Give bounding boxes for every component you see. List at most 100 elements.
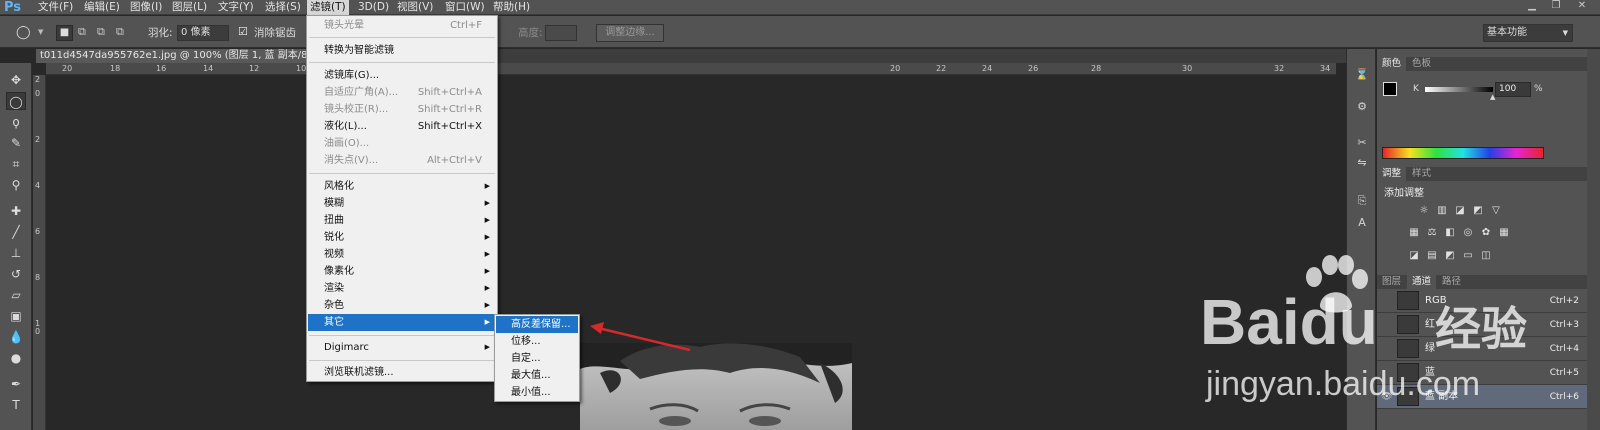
k-value-input[interactable]: 100: [1495, 82, 1531, 97]
submenu-item-high-pass[interactable]: 高反差保留...: [496, 316, 578, 333]
character-icon[interactable]: A: [1353, 215, 1371, 231]
submenu-item-offset[interactable]: 位移...: [496, 333, 578, 350]
tab-styles[interactable]: 样式: [1407, 167, 1436, 181]
healing-brush-tool-icon[interactable]: ✚: [6, 202, 26, 220]
foreground-color-swatch[interactable]: [1383, 82, 1397, 96]
minimize-icon[interactable]: ▁: [1522, 0, 1542, 12]
hue-saturation-icon[interactable]: ▦: [1407, 227, 1421, 239]
submenu-arrow-icon: ▶: [484, 233, 490, 241]
restore-icon[interactable]: ❐: [1546, 0, 1566, 12]
menu-item-video[interactable]: 视频 ▶: [308, 246, 496, 263]
add-selection-icon[interactable]: ⧉: [78, 25, 86, 39]
gradient-tool-icon[interactable]: ▣: [6, 307, 26, 325]
brush-preset-icon[interactable]: ✂: [1353, 135, 1371, 151]
submenu-item-maximum[interactable]: 最大值...: [496, 367, 578, 384]
levels-icon[interactable]: ▥: [1435, 205, 1449, 217]
panel-scrollbar[interactable]: [1587, 49, 1600, 430]
curves-icon[interactable]: ◪: [1453, 205, 1467, 217]
blur-tool-icon[interactable]: 💧: [6, 328, 26, 346]
menu-item-shortcut: Shift+Ctrl+R: [417, 104, 482, 115]
vibrance-icon[interactable]: ▽: [1489, 205, 1503, 217]
workspace-select[interactable]: 基本功能 ▼: [1483, 24, 1573, 42]
exposure-icon[interactable]: ◩: [1471, 205, 1485, 217]
new-selection-icon[interactable]: ■: [56, 25, 73, 41]
k-slider[interactable]: [1425, 87, 1493, 92]
ruler-tick: 22: [936, 64, 947, 73]
menu-item-stylize[interactable]: 风格化 ▶: [308, 178, 496, 195]
menu-item-distort[interactable]: 扭曲 ▶: [308, 212, 496, 229]
menu-item-filter-gallery[interactable]: 滤镜库(G)...: [308, 67, 496, 84]
menu-item-shortcut: Shift+Ctrl+A: [417, 87, 482, 98]
menu-view[interactable]: 视图(V): [397, 0, 433, 15]
checkbox-checked-icon[interactable]: ☑: [238, 25, 248, 38]
eyedropper-tool-icon[interactable]: ⚲: [6, 176, 26, 194]
clone-stamp-tool-icon[interactable]: ⊥: [6, 244, 26, 262]
pen-tool-icon[interactable]: ✒: [6, 375, 26, 393]
history-brush-tool-icon[interactable]: ↺: [6, 265, 26, 283]
quick-select-tool-icon[interactable]: ✎: [6, 134, 26, 152]
ellipse-marquee-icon[interactable]: ◯: [16, 25, 31, 40]
height-input[interactable]: [545, 25, 577, 41]
ruler-tick: 0: [35, 89, 41, 98]
menu-3d[interactable]: 3D(D): [358, 0, 389, 15]
menu-help[interactable]: 帮助(H): [493, 0, 530, 15]
menu-item-render[interactable]: 渲染 ▶: [308, 280, 496, 297]
tab-swatches[interactable]: 色板: [1407, 57, 1436, 71]
ruler-tick: 26: [1028, 64, 1039, 73]
menu-edit[interactable]: 编辑(E): [84, 0, 120, 15]
brightness-icon[interactable]: ☼: [1417, 205, 1431, 217]
intersect-selection-icon[interactable]: ⧉: [116, 25, 124, 39]
submenu-item-minimum[interactable]: 最小值...: [496, 384, 578, 401]
menu-type[interactable]: 文字(Y): [218, 0, 254, 15]
menu-layer[interactable]: 图层(L): [172, 0, 207, 15]
dodge-tool-icon[interactable]: ●: [6, 349, 26, 367]
photo-filter-icon[interactable]: ◎: [1461, 227, 1475, 239]
ruler-tick: 12: [249, 64, 260, 73]
color-lookup-icon[interactable]: ▦: [1497, 227, 1511, 239]
menu-item-other[interactable]: 其它 ▶: [308, 314, 496, 331]
menu-item-convert-smart-filter[interactable]: 转换为智能滤镜: [308, 42, 496, 59]
type-tool-icon[interactable]: T: [6, 396, 26, 414]
channel-mixer-icon[interactable]: ✿: [1479, 227, 1493, 239]
color-balance-icon[interactable]: ⚖: [1425, 227, 1439, 239]
brush-tool-icon[interactable]: ╱: [6, 223, 26, 241]
menu-item-pixelate[interactable]: 像素化 ▶: [308, 263, 496, 280]
menu-item-liquify[interactable]: 液化(L)... Shift+Ctrl+X: [308, 118, 496, 135]
tool-preset-icon[interactable]: ⇋: [1353, 155, 1371, 171]
menu-item-lens-flare-repeat: 镜头光晕 Ctrl+F: [308, 17, 496, 34]
lasso-tool-icon[interactable]: ϙ: [6, 113, 26, 131]
history-icon[interactable]: ⌛: [1353, 67, 1371, 83]
menu-filter[interactable]: 滤镜(T): [307, 0, 349, 15]
menu-item-label: 像素化: [324, 266, 354, 277]
feather-input[interactable]: 0 像素: [177, 25, 229, 41]
menu-item-noise[interactable]: 杂色 ▶: [308, 297, 496, 314]
menu-item-digimarc[interactable]: Digimarc ▶: [308, 339, 496, 356]
submenu-arrow-icon: ▶: [484, 182, 490, 190]
menu-image[interactable]: 图像(I): [130, 0, 162, 15]
black-white-icon[interactable]: ◧: [1443, 227, 1457, 239]
tab-color[interactable]: 颜色: [1377, 57, 1407, 71]
refine-edge-button[interactable]: 调整边缘...: [596, 24, 664, 42]
menu-item-sharpen[interactable]: 锐化 ▶: [308, 229, 496, 246]
close-icon[interactable]: ✕: [1572, 0, 1592, 12]
ellipse-marquee-tool-icon[interactable]: ◯: [6, 92, 26, 110]
color-spectrum-bar[interactable]: [1382, 147, 1544, 159]
crop-tool-icon[interactable]: ⌗: [6, 155, 26, 173]
submenu-item-custom[interactable]: 自定...: [496, 350, 578, 367]
clone-source-icon[interactable]: ⎘: [1353, 193, 1371, 209]
menu-item-label: 锐化: [324, 232, 344, 243]
properties-icon[interactable]: ⚙: [1353, 99, 1371, 115]
tab-adjustments[interactable]: 调整: [1377, 167, 1407, 181]
height-label: 高度:: [518, 27, 543, 39]
menu-item-blur[interactable]: 模糊 ▶: [308, 195, 496, 212]
menu-file[interactable]: 文件(F): [38, 0, 73, 15]
move-tool-icon[interactable]: ✥: [6, 71, 26, 89]
menu-window[interactable]: 窗口(W): [445, 0, 485, 15]
eraser-tool-icon[interactable]: ▱: [6, 286, 26, 304]
chevron-down-icon[interactable]: ▼: [38, 28, 43, 36]
subtract-selection-icon[interactable]: ⧉: [97, 25, 105, 39]
menu-item-shortcut: Shift+Ctrl+X: [417, 121, 482, 132]
menu-select[interactable]: 选择(S): [265, 0, 301, 15]
document-tab[interactable]: t011d4547da955762e1.jpg @ 100% (图层 1, 蓝 …: [36, 49, 308, 63]
menu-item-browse-online-filters[interactable]: 浏览联机滤镜...: [308, 364, 496, 381]
